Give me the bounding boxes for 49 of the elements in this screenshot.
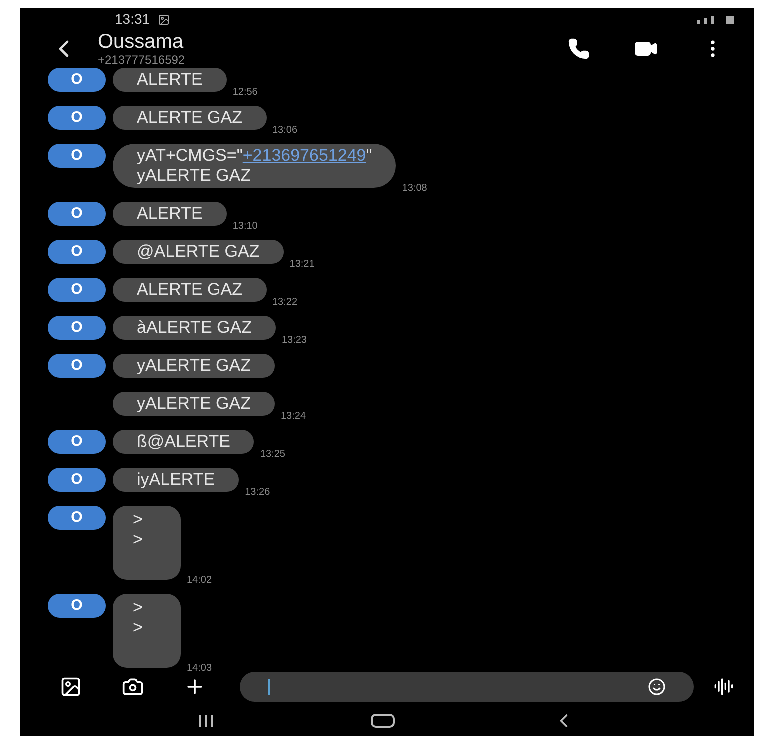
message-time: 13:21 — [290, 258, 315, 272]
call-icon[interactable] — [568, 38, 590, 60]
contact-avatar[interactable]: O — [48, 202, 106, 226]
contact-avatar[interactable]: O — [48, 430, 106, 454]
contact-avatar[interactable]: O — [48, 468, 106, 492]
message-bubble: ß@ALERTE — [113, 430, 254, 454]
home-icon[interactable] — [371, 714, 395, 728]
status-time: 13:31 — [115, 10, 150, 30]
message-bubble: ALERTE GAZ — [113, 106, 266, 130]
message-time: 13:06 — [272, 124, 298, 138]
message-bubble: ALERTE — [113, 202, 227, 226]
message-bubble: @ALERTE GAZ — [113, 240, 284, 264]
message-time: 13:22 — [272, 296, 298, 310]
voice-icon[interactable] — [714, 676, 734, 697]
message-bubble: ALERTE — [113, 68, 227, 92]
message-bubble: iyALERTE — [113, 468, 240, 492]
message-bubble: àALERTE GAZ — [113, 316, 276, 340]
message-time: 13:10 — [232, 220, 258, 234]
message-time: 14:02 — [187, 574, 212, 588]
contact-avatar[interactable]: O — [48, 506, 106, 530]
signal-icons — [697, 16, 734, 24]
contact-avatar[interactable]: O — [48, 354, 106, 378]
message-time: 13:08 — [402, 182, 428, 196]
sticker-icon[interactable] — [648, 678, 666, 696]
contact-avatar[interactable]: O — [48, 316, 106, 340]
message-time: 13:23 — [282, 334, 307, 348]
message-bubble: ALERTE GAZ — [113, 278, 266, 302]
contact-name: Oussama — [98, 32, 185, 52]
contact-avatar[interactable]: O — [48, 594, 106, 618]
contact-avatar[interactable]: O — [48, 106, 106, 130]
message-time: 13:24 — [281, 410, 306, 424]
contact-avatar[interactable]: O — [48, 144, 106, 168]
message-bubble: yAT+CMGS="+213697651249" yALERTE GAZ — [113, 144, 396, 188]
contact-number: +213777516592 — [98, 54, 186, 66]
gallery-notification-icon — [158, 14, 170, 26]
contact-avatar[interactable]: O — [48, 68, 106, 92]
message-bubble: > > — [113, 506, 181, 580]
message-time: 13:26 — [245, 486, 270, 500]
message-bubble: > > — [113, 594, 181, 668]
contact-avatar[interactable]: O — [48, 278, 106, 302]
gallery-icon[interactable] — [60, 676, 82, 698]
contact-avatar[interactable]: O — [48, 240, 106, 264]
message-time: 14:03 — [187, 662, 212, 676]
message-input-field[interactable] — [240, 672, 694, 702]
message-time: 13:25 — [260, 448, 286, 462]
message-bubble: yALERTE GAZ — [113, 354, 275, 378]
message-bubble: yALERTE GAZ — [113, 392, 275, 416]
message-time: 12:56 — [232, 86, 258, 100]
recent-apps-icon[interactable] — [199, 714, 213, 727]
